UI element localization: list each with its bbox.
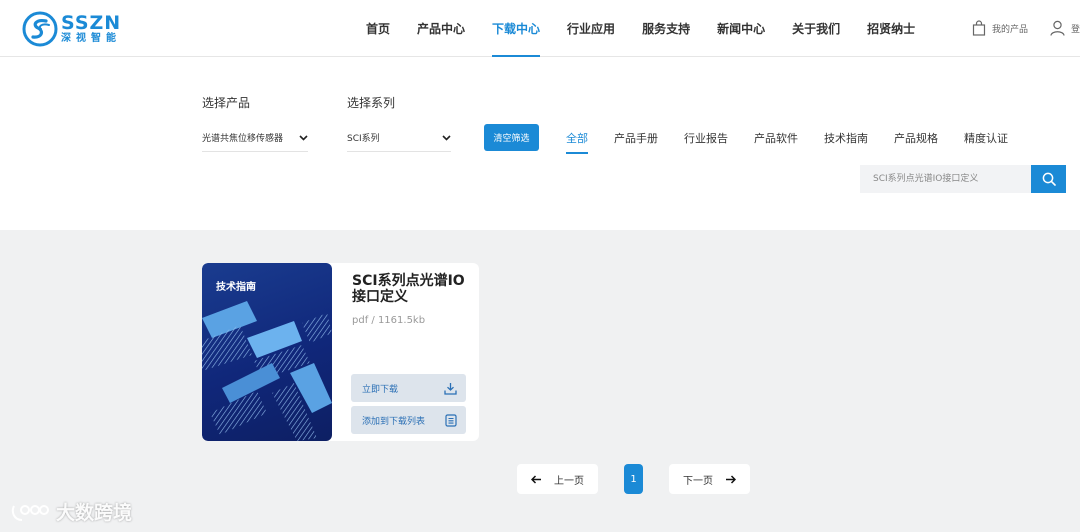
arrow-right-icon xyxy=(726,474,736,484)
download-now-label: 立即下载 xyxy=(362,384,399,395)
thumbnail-category: 技术指南 xyxy=(216,282,256,293)
tab-all[interactable]: 全部 xyxy=(566,130,588,154)
category-tabs: 全部 产品手册 行业报告 产品软件 技术指南 产品规格 精度认证 xyxy=(566,130,1034,154)
nav-downloads[interactable]: 下载中心 xyxy=(492,0,541,57)
chevron-down-icon xyxy=(442,134,451,141)
my-products-label: 我的产品 xyxy=(991,24,1028,35)
download-icon xyxy=(444,382,457,395)
product-select-value: 光谱共焦位移传感器 xyxy=(202,134,284,144)
shopping-bag-icon xyxy=(972,20,986,36)
nav-products[interactable]: 产品中心 xyxy=(417,0,465,57)
prev-page-button[interactable]: 上一页 xyxy=(517,464,598,494)
logo[interactable]: SSZN 深视智能 xyxy=(22,11,121,47)
search-input[interactable] xyxy=(860,165,1031,193)
login-link[interactable]: 登 xyxy=(1050,20,1080,36)
watermark: 大数跨境 xyxy=(10,498,132,525)
tab-manuals[interactable]: 产品手册 xyxy=(614,130,658,154)
nav-service[interactable]: 服务支持 xyxy=(642,0,690,57)
nav-home[interactable]: 首页 xyxy=(366,0,390,57)
series-select[interactable]: SCI系列 xyxy=(347,124,451,152)
login-label: 登 xyxy=(1070,24,1080,35)
document-thumbnail[interactable]: 技术指南 xyxy=(202,263,332,441)
chevron-down-icon xyxy=(299,134,308,141)
nav-news[interactable]: 新闻中心 xyxy=(717,0,765,57)
list-icon xyxy=(445,413,457,427)
add-to-list-label: 添加到下载列表 xyxy=(362,416,426,427)
nav-industry[interactable]: 行业应用 xyxy=(567,0,615,57)
my-products-link[interactable]: 我的产品 xyxy=(972,20,1028,36)
arrow-left-icon xyxy=(531,474,541,484)
tab-reports[interactable]: 行业报告 xyxy=(684,130,728,154)
nav-about[interactable]: 关于我们 xyxy=(792,0,840,57)
add-to-list-button[interactable]: 添加到下载列表 xyxy=(351,406,466,434)
watermark-logo-icon xyxy=(11,504,49,521)
watermark-text: 大数跨境 xyxy=(56,502,133,524)
tab-software[interactable]: 产品软件 xyxy=(754,130,798,154)
site-header: SSZN 深视智能 首页 产品中心 下载中心 行业应用 服务支持 新闻中心 关于… xyxy=(0,0,1080,57)
logo-subtitle: 深视智能 xyxy=(61,33,121,44)
next-page-button[interactable]: 下一页 xyxy=(669,464,750,494)
logo-icon xyxy=(22,11,58,47)
search-button[interactable] xyxy=(1031,165,1066,193)
series-filter-label: 选择系列 xyxy=(347,96,396,110)
main-nav: 首页 产品中心 下载中心 行业应用 服务支持 新闻中心 关于我们 招贤纳士 xyxy=(366,0,942,57)
search-bar xyxy=(860,165,1066,193)
tab-tech-guides[interactable]: 技术指南 xyxy=(824,130,868,154)
product-filter-label: 选择产品 xyxy=(202,96,251,110)
series-select-value: SCI系列 xyxy=(347,134,380,144)
prev-page-label: 上一页 xyxy=(554,475,584,487)
nav-careers[interactable]: 招贤纳士 xyxy=(867,0,915,57)
search-icon xyxy=(1042,172,1056,186)
document-meta: pdf / 1161.5kb xyxy=(352,315,426,326)
user-icon xyxy=(1050,20,1065,36)
page-number-current[interactable]: 1 xyxy=(624,464,643,494)
tab-certification[interactable]: 精度认证 xyxy=(964,130,1008,154)
tab-specs[interactable]: 产品规格 xyxy=(894,130,938,154)
next-page-label: 下一页 xyxy=(683,475,713,487)
download-card: 技术指南 SCI系列点光谱IO接口定义 pdf / 1161.5kb 立即下载 … xyxy=(202,263,479,441)
logo-name: SSZN xyxy=(61,12,122,34)
clear-filter-button[interactable]: 清空筛选 xyxy=(484,124,539,151)
document-title[interactable]: SCI系列点光谱IO接口定义 xyxy=(352,273,472,305)
download-now-button[interactable]: 立即下载 xyxy=(351,374,466,402)
product-select[interactable]: 光谱共焦位移传感器 xyxy=(202,124,308,152)
